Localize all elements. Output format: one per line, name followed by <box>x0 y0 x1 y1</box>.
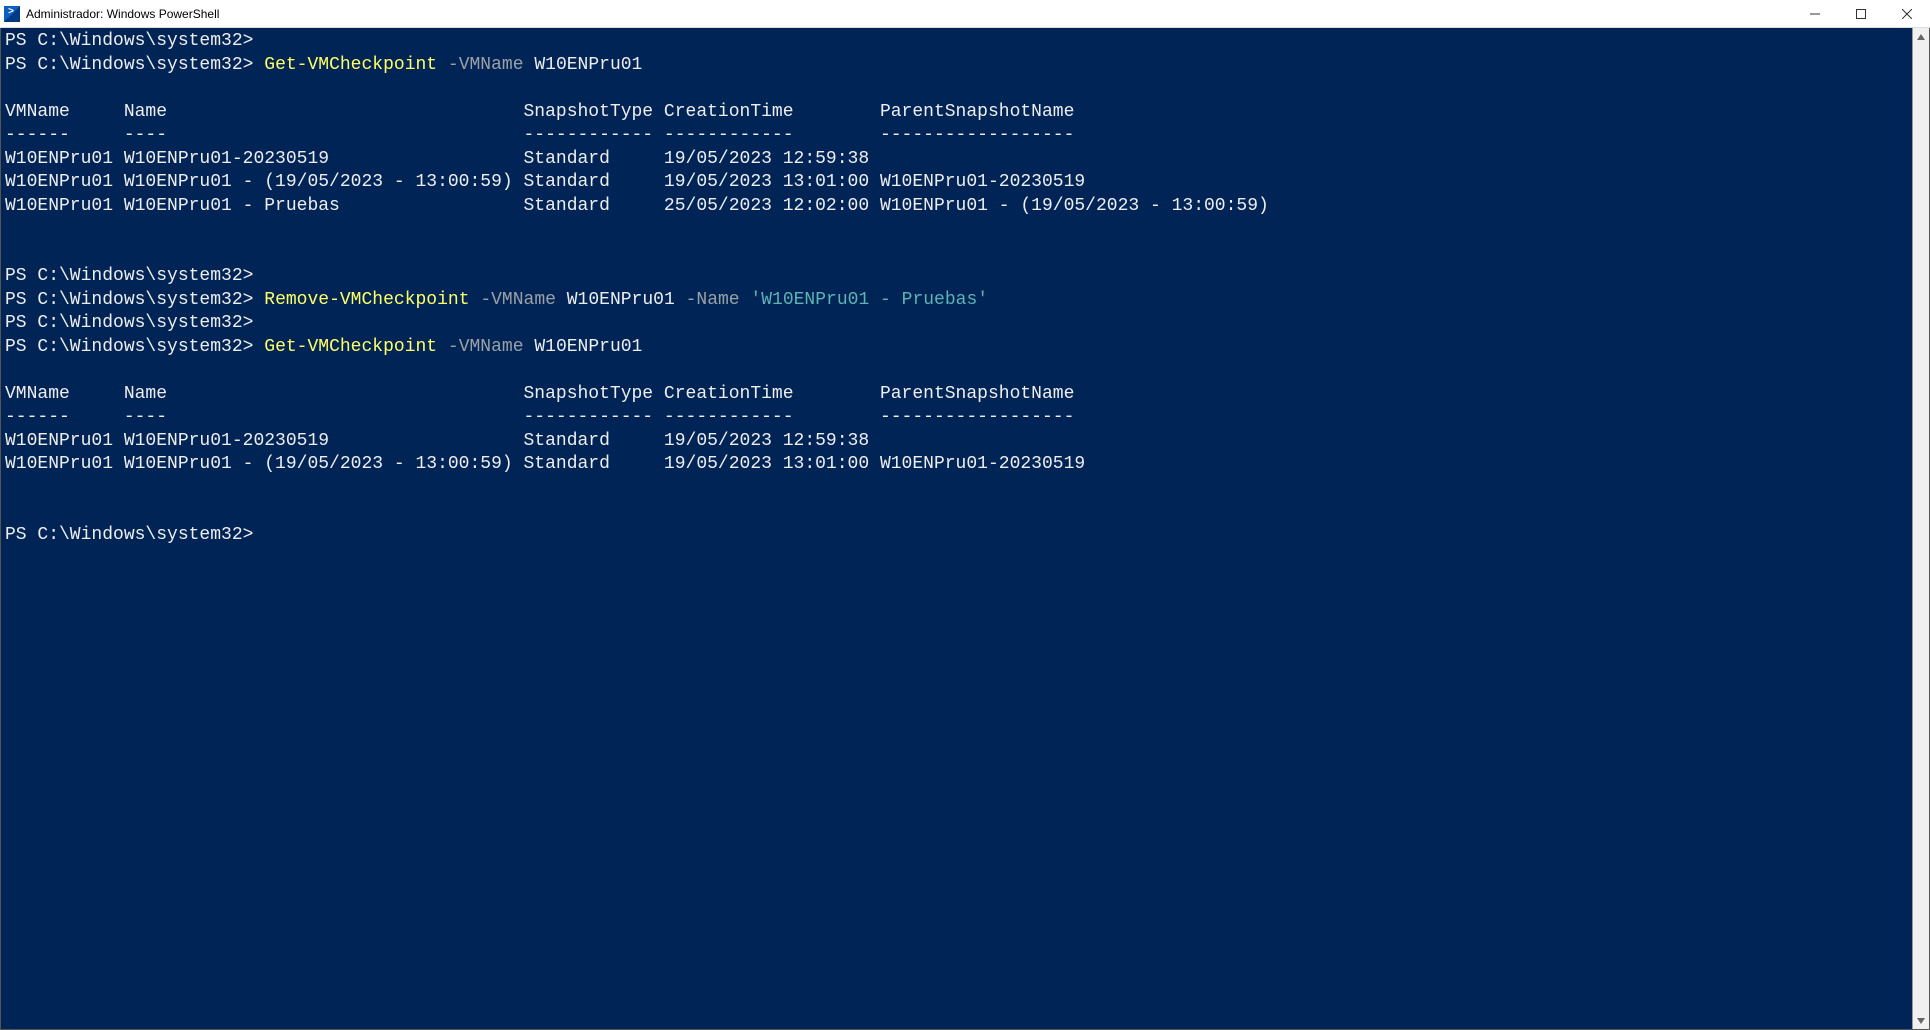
window-controls <box>1792 0 1930 27</box>
maximize-button[interactable] <box>1838 0 1884 27</box>
powershell-icon <box>4 6 20 22</box>
minimize-button[interactable] <box>1792 0 1838 27</box>
vertical-scrollbar[interactable] <box>1912 28 1929 1029</box>
close-button[interactable] <box>1884 0 1930 27</box>
scrollbar-track[interactable] <box>1913 45 1929 1012</box>
window-title: Administrador: Windows PowerShell <box>26 7 1792 21</box>
terminal-output[interactable]: PS C:\Windows\system32> PS C:\Windows\sy… <box>1 28 1912 1029</box>
scroll-up-button[interactable] <box>1913 28 1929 45</box>
scroll-down-button[interactable] <box>1913 1012 1929 1029</box>
titlebar: Administrador: Windows PowerShell <box>0 0 1930 28</box>
console-area: PS C:\Windows\system32> PS C:\Windows\sy… <box>0 28 1930 1030</box>
